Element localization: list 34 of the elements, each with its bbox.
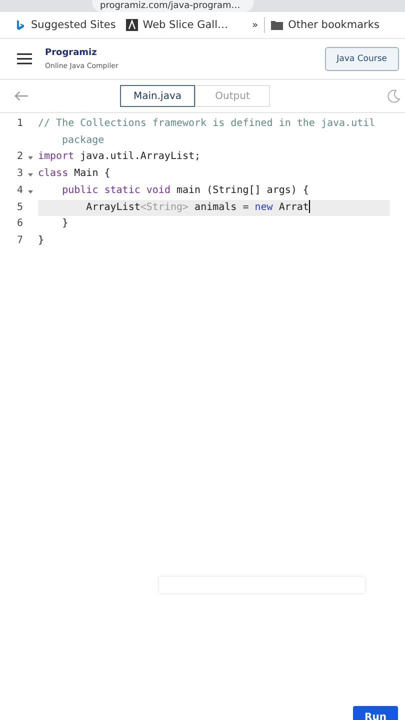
- code-line: public static void main (String[] args) {: [61, 184, 310, 198]
- code-line: }: [38, 234, 46, 248]
- fold-icon[interactable]: [28, 173, 33, 178]
- fold-icon[interactable]: [28, 156, 33, 160]
- bookmark[interactable]: Web Slice Gall…: [126, 19, 228, 31]
- line-number: 4: [17, 184, 24, 198]
- fold-icon[interactable]: [28, 190, 33, 194]
- line-number: 5: [17, 200, 24, 215]
- folder-icon: [271, 19, 284, 31]
- moon-icon[interactable]: [387, 89, 401, 103]
- bookmark-label: Web Slice Gall…: [142, 19, 228, 31]
- other-bookmarks[interactable]: Other bookmarks: [271, 19, 380, 31]
- code-line: // The Collections framework is defined in the java.util package: [38, 117, 376, 148]
- code-line: }: [61, 217, 70, 232]
- line-number: 3: [17, 167, 24, 182]
- run-button[interactable]: Run: [353, 706, 398, 720]
- bookmark-label: Suggested Sites: [31, 19, 116, 31]
- address-bar[interactable]: programiz.com/java-program…: [92, 0, 254, 12]
- line-number: 2: [17, 150, 24, 164]
- line-number: 1: [17, 117, 24, 131]
- code-line: import java.util.ArrayList;: [38, 150, 202, 164]
- bookmark-label: Other bookmarks: [288, 19, 380, 31]
- line-number: 7: [17, 234, 24, 248]
- back-arrow-icon[interactable]: [14, 90, 29, 102]
- bookmarks-overflow-button[interactable]: »: [252, 20, 258, 30]
- web-slice-icon: [126, 19, 138, 31]
- code-line: class Main {: [38, 167, 112, 182]
- logo[interactable]: Programiz: [45, 48, 325, 58]
- menu-icon[interactable]: [17, 53, 32, 65]
- bookmark[interactable]: Suggested Sites: [14, 19, 116, 31]
- course-button[interactable]: Java Course: [324, 47, 399, 71]
- tab[interactable]: Main.java: [120, 85, 195, 107]
- line-number: 6: [17, 217, 24, 232]
- bing-icon: [14, 19, 26, 31]
